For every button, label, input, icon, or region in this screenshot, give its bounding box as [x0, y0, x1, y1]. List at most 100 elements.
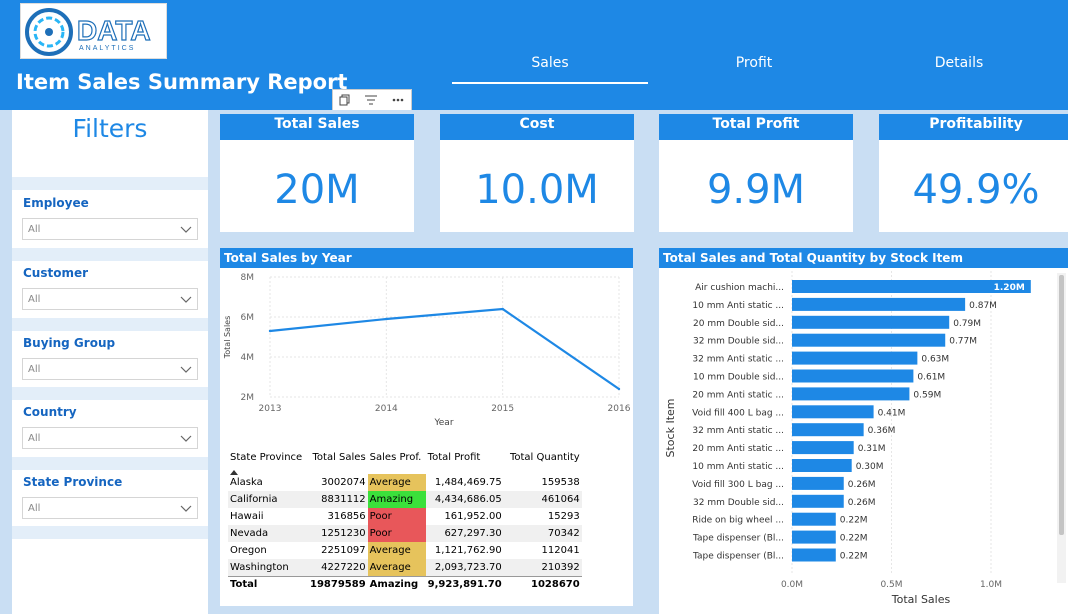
kpi-card-profitability[interactable]: Profitability 49.9%	[879, 114, 1068, 232]
more-options-icon[interactable]	[391, 91, 405, 110]
line-series[interactable]	[269, 307, 620, 390]
line-chart-svg: 8M 6M 4M 2M 2013 2014 2015 2016 Year Total Sales	[223, 273, 631, 428]
table-row[interactable]: Washington 4227220 Average 2,093,723.70 …	[228, 559, 582, 576]
filter-divider	[12, 457, 208, 470]
cell-sales-prof: Poor	[367, 508, 426, 525]
column-header-total-sales[interactable]: Total Sales	[308, 452, 368, 474]
bar[interactable]	[792, 333, 946, 347]
category-label: 20 mm Anti static ...	[692, 444, 784, 454]
employee-slicer-dropdown[interactable]: All	[22, 218, 198, 240]
bar[interactable]	[792, 405, 874, 419]
data-label: 0.22M	[840, 552, 868, 562]
chevron-down-icon	[180, 435, 192, 442]
column-header-total-quantity[interactable]: Total Quantity	[504, 452, 582, 474]
kpi-card-cost[interactable]: Cost 10.0M	[440, 114, 634, 232]
data-label: 0.22M	[840, 534, 868, 544]
bar[interactable]	[792, 476, 844, 490]
column-header-sales-prof[interactable]: Sales Prof.	[368, 452, 426, 474]
cell-total-quantity: 70342	[503, 525, 582, 542]
filter-icon[interactable]	[364, 91, 378, 110]
y-tick-label: 2M	[241, 393, 255, 403]
category-label: 32 mm Double sid...	[693, 498, 784, 508]
kpi-card-total-profit[interactable]: Total Profit 9.9M	[659, 114, 853, 232]
filter-label-employee: Employee	[23, 196, 89, 210]
data-label: 0.22M	[840, 516, 868, 526]
category-label: 10 mm Anti static ...	[692, 462, 784, 472]
cell-state: Nevada	[228, 525, 308, 542]
bar[interactable]	[792, 459, 852, 472]
bar[interactable]	[792, 387, 910, 401]
state-table-panel[interactable]: State Province Total Sales Sales Prof. T…	[220, 446, 633, 606]
tab-profit[interactable]: Profit	[656, 55, 852, 71]
y-axis-title: Total Sales	[223, 316, 232, 360]
customer-slicer-dropdown[interactable]: All	[22, 288, 198, 310]
cell-total-profit: 9,923,891.70	[425, 575, 504, 593]
scrollbar-thumb[interactable]	[1059, 275, 1064, 535]
filters-panel: Filters Employee All Customer All Buying…	[12, 110, 208, 614]
column-header-state-province[interactable]: State Province	[228, 452, 308, 475]
data-label: 0.59M	[913, 390, 941, 400]
bar[interactable]	[792, 315, 950, 329]
cell-total-profit: 1,484,469.75	[434, 477, 502, 488]
data-label: 0.77M	[949, 337, 977, 347]
data-label: 0.61M	[917, 373, 945, 383]
bar-chart-panel[interactable]: Total Sales and Total Quantity by Stock …	[659, 248, 1068, 614]
line-point[interactable]	[268, 329, 272, 333]
category-label: Ride on big wheel ...	[692, 516, 784, 526]
bar-chart-title: Total Sales and Total Quantity by Stock …	[659, 248, 1068, 268]
cell-total-sales: 316856	[327, 511, 366, 522]
report-canvas: Filters Employee All Customer All Buying…	[0, 110, 1068, 614]
category-label: Air cushion machi...	[695, 283, 784, 293]
bar[interactable]	[792, 530, 836, 544]
cell-total-profit: 627,297.30	[425, 525, 504, 542]
line-chart-title: Total Sales by Year	[220, 248, 633, 268]
kpi-label: Total Sales	[220, 114, 414, 140]
logo-text: DATA	[77, 15, 151, 46]
filter-label-country: Country	[23, 405, 77, 419]
bar[interactable]	[792, 423, 864, 437]
copy-icon[interactable]	[339, 91, 351, 110]
tab-sales[interactable]: Sales	[452, 55, 648, 71]
table-total-row: Total 19879589 Amazing 9,923,891.70 1028…	[228, 575, 582, 593]
category-label: Tape dispenser (Bl...	[692, 534, 784, 544]
cell-sales-prof: Average	[367, 474, 426, 491]
category-label: Tape dispenser (Bl...	[692, 552, 784, 562]
cell-state: California	[228, 491, 308, 508]
bar[interactable]	[792, 441, 854, 455]
column-header-total-profit[interactable]: Total Profit	[426, 452, 504, 474]
buying-group-slicer-dropdown[interactable]: All	[22, 358, 198, 380]
x-tick-label: 0.5M	[880, 580, 902, 590]
y-tick-label: 6M	[241, 313, 255, 323]
bar[interactable]	[792, 512, 836, 526]
x-axis-title: Total Sales	[891, 593, 951, 606]
table-row[interactable]: Hawaii 316856 Poor 161,952.00 15293	[228, 508, 582, 525]
line-point[interactable]	[501, 307, 504, 311]
table-row[interactable]: Alaska 3002074 Average 1,484,469.75 1595…	[228, 474, 582, 491]
table-row[interactable]: Oregon 2251097 Average 1,121,762.90 1120…	[228, 542, 582, 559]
x-tick-label: 2014	[375, 404, 398, 414]
state-table: State Province Total Sales Sales Prof. T…	[228, 452, 582, 593]
state-province-slicer-value: All	[28, 503, 41, 514]
bar-chart-svg: 0.0M 0.5M 1.0M Total Sales Stock Item Air cus…	[664, 271, 1066, 606]
country-slicer-dropdown[interactable]: All	[22, 427, 198, 449]
bar[interactable]	[792, 494, 844, 508]
kpi-card-total-sales[interactable]: Total Sales 20M	[220, 114, 414, 232]
bar[interactable]	[792, 369, 914, 383]
tab-details[interactable]: Details	[861, 55, 1057, 71]
table-row[interactable]: Nevada 1251230 Poor 627,297.30 70342	[228, 525, 582, 542]
bar[interactable]	[792, 351, 918, 365]
table-row[interactable]: California 8831112 Amazing 4,434,686.05 …	[228, 491, 582, 508]
bar[interactable]	[792, 548, 836, 562]
state-province-slicer-dropdown[interactable]: All	[22, 497, 198, 519]
filter-label-state-province: State Province	[23, 475, 123, 489]
kpi-value: 10.0M	[475, 167, 599, 213]
cell-sales-prof: Amazing	[367, 575, 426, 593]
line-point[interactable]	[617, 387, 621, 391]
cell-total-sales: 8831112	[308, 491, 368, 508]
cell-state: Oregon	[230, 545, 267, 556]
report-header: DATA ANALYTICS Item Sales Summary Report…	[0, 0, 1068, 110]
bar[interactable]	[792, 297, 966, 311]
chevron-down-icon	[180, 296, 192, 303]
line-point[interactable]	[385, 317, 388, 321]
cell-total-profit: 4,434,686.05	[425, 491, 504, 508]
